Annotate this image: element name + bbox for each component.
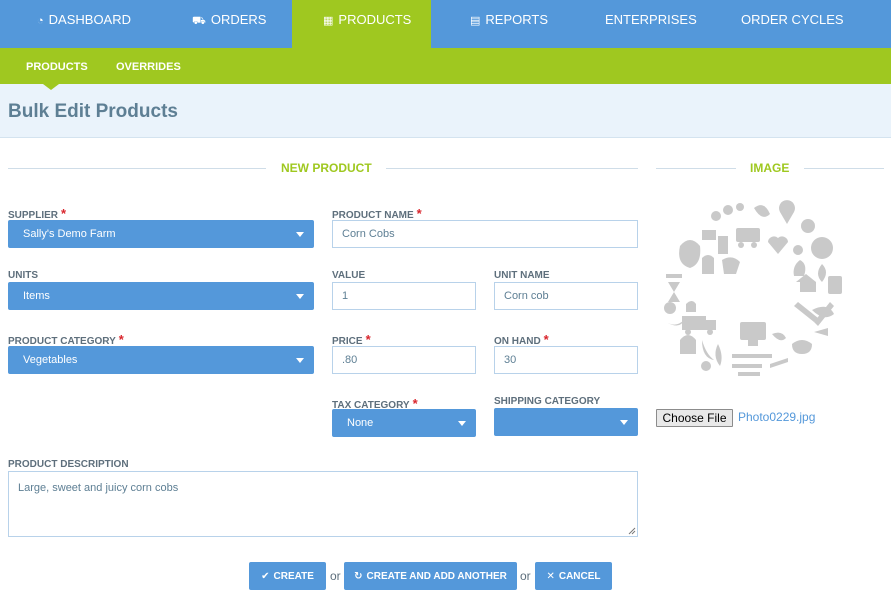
supplier-label: SUPPLIER * <box>8 206 66 221</box>
cancel-button-label: CANCEL <box>558 570 601 582</box>
value-label-text: VALUE <box>332 270 366 281</box>
chevron-down-icon <box>458 421 466 426</box>
sub-navigation: PRODUCTS OVERRIDES <box>0 48 891 84</box>
product-name-value: Corn Cobs <box>342 228 395 240</box>
grid-icon: ▦ <box>323 15 334 27</box>
nav-products[interactable]: ▦ PRODUCTS <box>292 0 431 48</box>
value-label: VALUE <box>332 270 365 281</box>
unit-name-label-text: UNIT NAME <box>494 270 550 281</box>
or-separator: or <box>520 569 531 583</box>
cart-icon: ⛟ <box>192 15 206 27</box>
divider <box>386 168 638 169</box>
supplier-select[interactable]: Sally's Demo Farm <box>8 220 314 248</box>
units-label-text: UNITS <box>8 270 38 281</box>
nav-reports[interactable]: ▤ REPORTS <box>470 0 548 48</box>
product-description-label-text: PRODUCT DESCRIPTION <box>8 459 129 470</box>
subnav-products[interactable]: PRODUCTS <box>26 48 88 84</box>
on-hand-label: ON HAND * <box>494 332 549 347</box>
on-hand-value: 30 <box>504 354 517 366</box>
page-title: Bulk Edit Products <box>8 101 178 122</box>
required-marker: * <box>543 332 549 347</box>
product-category-value: Vegetables <box>23 354 78 366</box>
tax-category-select[interactable]: None <box>332 409 476 437</box>
create-and-add-another-label: CREATE AND ADD ANOTHER <box>366 570 507 582</box>
value-input[interactable]: 1 <box>332 282 476 310</box>
active-tab-caret <box>43 84 59 90</box>
units-value: Items <box>23 290 50 302</box>
price-label: PRICE * <box>332 332 371 347</box>
subnav-overrides[interactable]: OVERRIDES <box>116 48 181 84</box>
on-hand-input[interactable]: 30 <box>494 346 638 374</box>
nav-reports-label: REPORTS <box>485 12 549 27</box>
create-and-add-another-button[interactable]: ↻ CREATE AND ADD ANOTHER <box>344 562 517 590</box>
supplier-value: Sally's Demo Farm <box>23 228 116 240</box>
unit-name-label: UNIT NAME <box>494 270 550 281</box>
product-name-label: PRODUCT NAME * <box>332 206 422 221</box>
resize-handle-icon[interactable] <box>628 527 636 535</box>
units-label: UNITS <box>8 270 38 281</box>
cancel-button[interactable]: ✕ CANCEL <box>535 562 612 590</box>
section-title: NEW PRODUCT <box>281 161 372 175</box>
choose-file-button[interactable]: Choose File <box>656 409 733 427</box>
new-product-heading: NEW PRODUCT <box>8 159 638 179</box>
price-value: .80 <box>342 354 358 366</box>
nav-products-label: PRODUCTS <box>338 12 412 27</box>
dashboard-icon: ◔ <box>37 15 44 27</box>
nav-order-cycles[interactable]: ORDER CYCLES <box>741 0 844 48</box>
product-description-label: PRODUCT DESCRIPTION <box>8 459 129 470</box>
divider <box>8 168 266 169</box>
close-icon: ✕ <box>546 570 555 582</box>
divider <box>656 168 736 169</box>
chevron-down-icon <box>296 358 304 363</box>
required-marker: * <box>365 332 371 347</box>
required-marker: * <box>416 206 422 221</box>
nav-dashboard[interactable]: ◔ DASHBOARD <box>37 0 131 48</box>
shipping-category-select[interactable] <box>494 408 638 436</box>
value-value: 1 <box>342 290 349 302</box>
units-select[interactable]: Items <box>8 282 314 310</box>
nav-order-cycles-label: ORDER CYCLES <box>741 12 844 27</box>
product-name-input[interactable]: Corn Cobs <box>332 220 638 248</box>
shipping-category-label: SHIPPING CATEGORY <box>494 396 600 407</box>
chevron-down-icon <box>620 420 628 425</box>
chevron-down-icon <box>296 232 304 237</box>
nav-orders[interactable]: ⛟ ORDERS <box>192 0 266 48</box>
required-marker: * <box>118 332 124 347</box>
chevron-down-icon <box>296 294 304 299</box>
nav-orders-label: ORDERS <box>210 12 267 27</box>
product-description-value: Large, sweet and juicy corn cobs <box>18 482 179 494</box>
product-description-textarea[interactable]: Large, sweet and juicy corn cobs <box>8 471 638 537</box>
required-marker: * <box>61 206 67 221</box>
unit-name-input[interactable]: Corn cob <box>494 282 638 310</box>
document-icon: ▤ <box>470 15 481 27</box>
unit-name-value: Corn cob <box>504 290 549 302</box>
nav-enterprises-label: ENTERPRISES <box>605 12 697 27</box>
page-header: Bulk Edit Products <box>0 84 891 138</box>
refresh-icon: ↻ <box>354 570 363 582</box>
top-navigation: ◔ DASHBOARD ⛟ ORDERS ▦ PRODUCTS ▤ REPORTS EN… <box>0 0 891 48</box>
product-category-select[interactable]: Vegetables <box>8 346 314 374</box>
product-category-label: PRODUCT CATEGORY * <box>8 332 124 347</box>
divider <box>804 168 884 169</box>
nav-dashboard-label: DASHBOARD <box>48 12 132 27</box>
section-title: IMAGE <box>750 161 790 175</box>
shipping-category-label-text: SHIPPING CATEGORY <box>494 396 601 407</box>
tax-category-value: None <box>347 417 374 429</box>
or-separator: or <box>330 569 341 583</box>
image-heading: IMAGE <box>656 159 884 179</box>
selected-file-name: Photo0229.jpg <box>738 410 816 424</box>
create-button-label: CREATE <box>273 570 314 582</box>
check-icon: ✔ <box>261 570 270 582</box>
nav-enterprises[interactable]: ENTERPRISES <box>605 0 697 48</box>
create-button[interactable]: ✔ CREATE <box>249 562 326 590</box>
price-input[interactable]: .80 <box>332 346 476 374</box>
produce-illustration-icon <box>664 200 842 376</box>
